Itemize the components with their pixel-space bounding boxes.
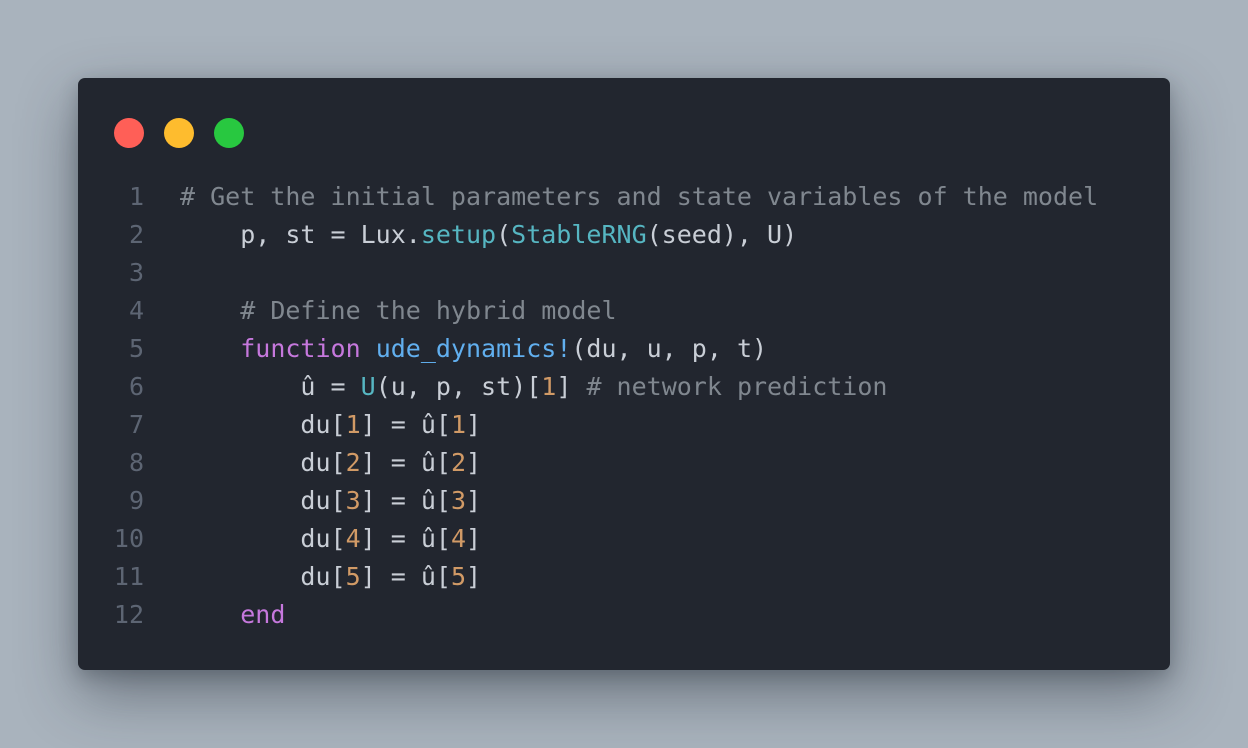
code-line: 10 du[4] = û[4] [78, 520, 1170, 558]
code-token-plain: ] [466, 410, 482, 439]
code-token-kw: end [240, 600, 286, 629]
code-token-plain: du[ [180, 410, 346, 439]
code-token-plain: du[ [180, 448, 346, 477]
line-number: 10 [113, 524, 144, 553]
code-text: end [180, 596, 285, 634]
line-number: 8 [128, 448, 144, 477]
code-token-plain: ] [466, 486, 482, 515]
line-number: 3 [128, 258, 144, 287]
code-token-plain: ( [496, 220, 512, 249]
code-token-num: 1 [450, 410, 467, 439]
code-token-plain: p, st = Lux. [180, 220, 421, 249]
code-token-plain: du[ [180, 486, 346, 515]
code-text: p, st = Lux.setup(StableRNG(seed), U) [180, 216, 797, 254]
code-token-plain: (u, p, st)[ [375, 372, 542, 401]
line-number: 9 [128, 486, 144, 515]
line-number: 11 [113, 562, 144, 591]
code-text: # Define the hybrid model [180, 292, 617, 330]
code-token-plain: du[ [180, 562, 346, 591]
code-token-num: 2 [450, 448, 467, 477]
line-number: 5 [128, 334, 144, 363]
code-token-num: 2 [345, 448, 361, 477]
code-line: 9 du[3] = û[3] [78, 482, 1170, 520]
code-line: 6 û = U(u, p, st)[1] # network predictio… [78, 368, 1170, 406]
code-token-num: 3 [450, 486, 467, 515]
code-token-kw: function [240, 334, 361, 363]
code-token-num: 1 [345, 410, 361, 439]
code-token-num: 5 [345, 562, 361, 591]
code-token-plain: ] = û[ [360, 524, 451, 553]
code-text: du[5] = û[5] [180, 558, 481, 596]
code-token-comment: # Define the hybrid model [240, 296, 617, 325]
code-token-comment: # network prediction [586, 372, 888, 401]
code-token-plain: ] = û[ [360, 448, 451, 477]
code-line: 12 end [78, 596, 1170, 634]
maximize-dot-icon[interactable] [214, 118, 244, 148]
code-token-call: U [360, 372, 376, 401]
code-line: 1 # Get the initial parameters and state … [78, 178, 1170, 216]
code-token-call: setup [420, 220, 497, 249]
code-token-plain: ] = û[ [360, 562, 451, 591]
code-token-plain: ] [466, 562, 482, 591]
code-block: 1 # Get the initial parameters and state … [78, 178, 1170, 634]
line-number: 1 [128, 182, 144, 211]
line-number: 4 [128, 296, 144, 325]
code-line: 11 du[5] = û[5] [78, 558, 1170, 596]
code-token-plain: ] [466, 448, 482, 477]
close-dot-icon[interactable] [114, 118, 144, 148]
code-token-plain: û = [180, 372, 361, 401]
code-window: 1 # Get the initial parameters and state … [78, 78, 1170, 670]
code-token-comment: # Get the initial parameters and state v… [180, 182, 1099, 211]
code-token-plain: ] [466, 524, 482, 553]
code-token-plain: ] = û[ [360, 486, 451, 515]
code-token-call: StableRNG [511, 220, 647, 249]
code-token-plain: du[ [180, 524, 346, 553]
code-text: # Get the initial parameters and state v… [180, 178, 1098, 216]
code-line: 7 du[1] = û[1] [78, 406, 1170, 444]
code-text: function ude_dynamics!(du, u, p, t) [180, 330, 767, 368]
code-token-plain: ] = û[ [360, 410, 451, 439]
code-line: 5 function ude_dynamics!(du, u, p, t) [78, 330, 1170, 368]
code-token-num: 3 [345, 486, 361, 515]
code-token-plain: (seed), U) [646, 220, 798, 249]
code-text: du[4] = û[4] [180, 520, 481, 558]
line-number: 12 [113, 600, 144, 629]
code-token-num: 1 [541, 372, 557, 401]
code-text: û = U(u, p, st)[1] # network prediction [180, 368, 887, 406]
code-line: 8 du[2] = û[2] [78, 444, 1170, 482]
code-line: 4 # Define the hybrid model [78, 292, 1170, 330]
code-line: 3 [78, 254, 1170, 292]
code-token-fn: ude_dynamics! [375, 334, 572, 363]
code-token-plain: (du, u, p, t) [571, 334, 768, 363]
line-number: 7 [128, 410, 144, 439]
minimize-dot-icon[interactable] [164, 118, 194, 148]
code-token-plain: ] [556, 372, 587, 401]
code-token-num: 5 [450, 562, 467, 591]
code-line: 2 p, st = Lux.setup(StableRNG(seed), U) [78, 216, 1170, 254]
code-text: du[2] = û[2] [180, 444, 481, 482]
code-token-num: 4 [450, 524, 467, 553]
code-token-num: 4 [345, 524, 361, 553]
code-text: du[1] = û[1] [180, 406, 481, 444]
line-number: 6 [128, 372, 144, 401]
code-text: du[3] = û[3] [180, 482, 481, 520]
line-number: 2 [128, 220, 144, 249]
